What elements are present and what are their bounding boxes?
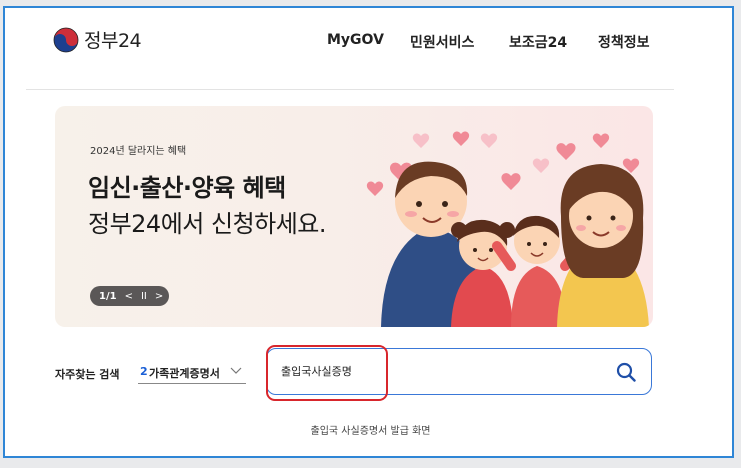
nav-mygov[interactable]: MyGOV	[327, 32, 384, 48]
family-illustration	[366, 131, 649, 327]
screenshot-caption: 출입국 사실증명서 발급 화면	[310, 426, 431, 437]
favorite-text: 가족관계증명서	[149, 367, 220, 380]
pager-prev-button[interactable]: <	[125, 291, 133, 302]
pager-next-button[interactable]: >	[155, 291, 163, 302]
search-input[interactable]	[281, 362, 581, 380]
banner-eyebrow: 2024년 달라지는 혜택	[90, 146, 187, 157]
promo-banner[interactable]: 2024년 달라지는 혜택 임신·출산·양육 혜택 정부24에서 신청하세요. …	[55, 106, 653, 327]
favorites-label: 자주찾는 검색	[55, 368, 120, 381]
nav-subsidy24[interactable]: 보조금24	[509, 32, 567, 52]
favorite-index: 2	[140, 365, 148, 378]
search-box	[266, 348, 652, 395]
pager-pause-button[interactable]: II	[141, 291, 147, 302]
banner-subtitle: 정부24에서 신청하세요.	[88, 210, 327, 238]
favorite-search-select[interactable]: 2 가족관계증명서	[138, 360, 246, 384]
taegeuk-logo-icon	[53, 27, 79, 52]
nav-policy-info[interactable]: 정책정보	[598, 32, 650, 52]
header-divider	[26, 89, 674, 90]
logo-text: 정부24	[84, 30, 142, 52]
pager-count: 1/1	[99, 290, 117, 302]
search-icon[interactable]	[615, 361, 637, 383]
banner-pager: 1/1 < II >	[90, 286, 169, 306]
gov24-logo[interactable]: 정부24	[53, 26, 142, 53]
nav-civil-services[interactable]: 민원서비스	[410, 32, 474, 52]
banner-title: 임신·출산·양육 혜택	[88, 174, 286, 202]
chevron-down-icon	[230, 367, 242, 374]
